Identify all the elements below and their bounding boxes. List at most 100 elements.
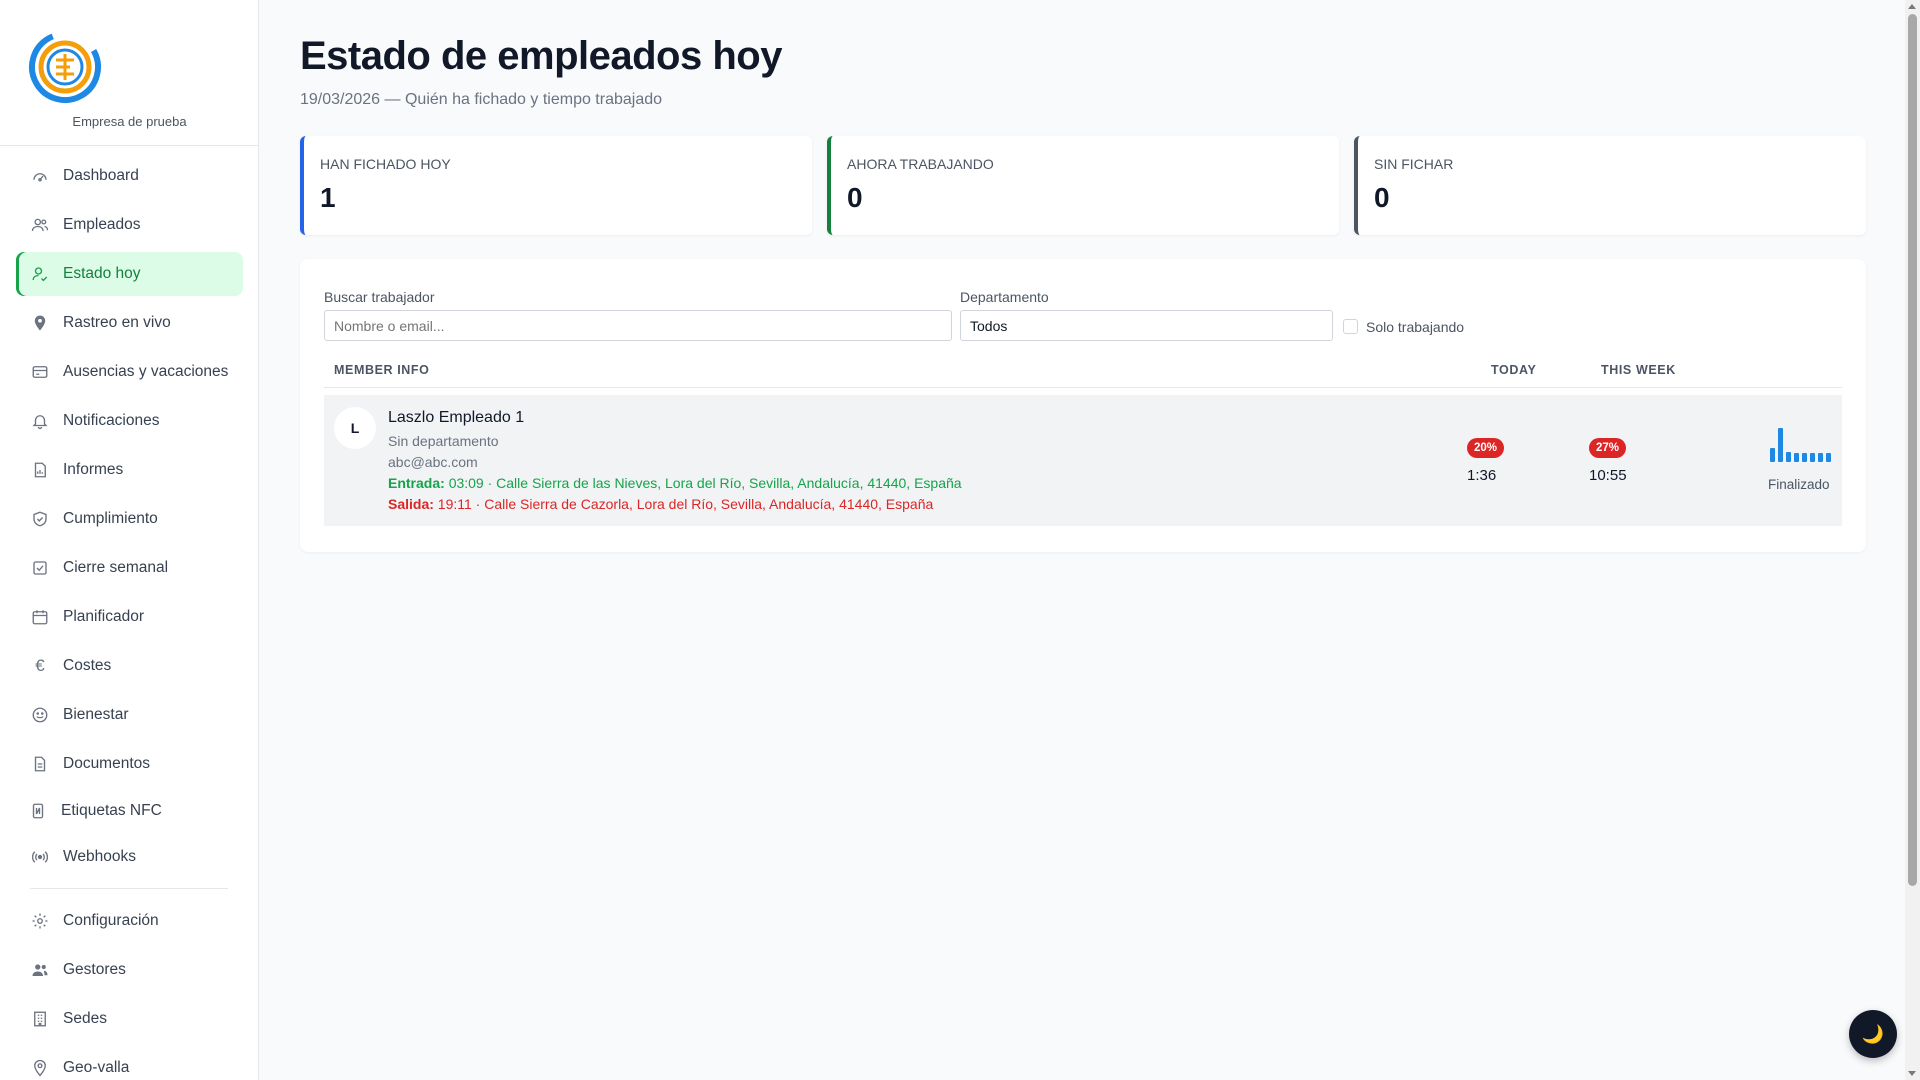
sidebar-item-label: Sedes [63, 1010, 107, 1027]
stat-value: 0 [847, 182, 863, 213]
entrada-text: 03:09 · Calle Sierra de las Nieves, Lora… [448, 475, 962, 491]
week-percent-badge: 27% [1589, 438, 1627, 458]
sidebar-item-label: Empleados [63, 216, 141, 233]
sidebar-item-documentos[interactable]: Documentos [16, 742, 243, 786]
column-header-today: TODAY [1491, 363, 1537, 377]
only-working-label: Solo trabajando [1366, 319, 1465, 335]
dark-mode-toggle[interactable]: 🌙 [1849, 1010, 1897, 1058]
sidebar-item-label: Ausencias y vacaciones [63, 363, 229, 380]
sidebar-item-informes[interactable]: Informes [16, 448, 243, 492]
salida-label: Salida: [388, 496, 434, 512]
employee-name[interactable]: Laszlo Empleado 1 [388, 409, 524, 427]
geofence-pin-icon [30, 1058, 50, 1078]
sidebar-item-label: Planificador [63, 608, 144, 625]
sidebar-item-label: Configuración [63, 912, 159, 929]
scrollbar-thumb[interactable] [1908, 14, 1917, 886]
table-row[interactable]: L Laszlo Empleado 1 Sin departamento abc… [324, 395, 1842, 526]
user-check-icon [30, 264, 50, 284]
search-label: Buscar trabajador [324, 289, 435, 305]
stat-card-sin-fichar: Sin fichar 0 [1354, 136, 1866, 235]
bell-icon [30, 411, 50, 431]
sidebar-item-label: Etiquetas NFC [61, 802, 162, 819]
salida-text: 19:11 · Calle Sierra de Cazorla, Lora de… [437, 496, 934, 512]
sidebar-item-costes[interactable]: € Costes [16, 644, 243, 688]
building-icon [30, 1009, 50, 1029]
week-day-bar [1826, 453, 1831, 462]
column-header-week: THIS WEEK [1601, 363, 1676, 377]
week-day-bar [1778, 428, 1783, 462]
sidebar-item-estado-hoy[interactable]: Estado hoy [16, 252, 243, 296]
sidebar-item-empleados[interactable]: Empleados [16, 203, 243, 247]
sidebar-item-cierre-semanal[interactable]: Cierre semanal [16, 546, 243, 590]
week-bars-chart [1770, 428, 1834, 462]
sidebar-item-notificaciones[interactable]: Notificaciones [16, 399, 243, 443]
sidebar-item-dashboard[interactable]: Dashboard [16, 154, 243, 198]
company-name: Empresa de prueba [72, 114, 187, 129]
sidebar-item-etiquetas-nfc[interactable]: Etiquetas NFC [16, 789, 243, 833]
scroll-up-icon[interactable] [1908, 4, 1916, 9]
sidebar-item-bienestar[interactable]: Bienestar [16, 693, 243, 737]
sidebar-item-label: Gestores [63, 961, 126, 978]
sidebar-item-label: Webhooks [63, 848, 136, 865]
stat-label: Sin fichar [1374, 156, 1454, 172]
search-input[interactable] [324, 310, 952, 341]
users-icon [30, 215, 50, 235]
sidebar-item-label: Cierre semanal [63, 559, 169, 576]
week-day-bar [1810, 453, 1815, 462]
week-day-bar [1786, 452, 1791, 462]
sidebar-item-geo-valla[interactable]: Geo-valla [16, 1046, 243, 1080]
moon-icon: 🌙 [1861, 1023, 1885, 1044]
page-subtitle: 19/03/2026 — Quién ha fichado y tiempo t… [300, 91, 663, 108]
stat-label: Han fichado hoy [320, 156, 451, 172]
week-day-bar [1770, 448, 1775, 462]
sidebar-item-rastreo[interactable]: Rastreo en vivo [16, 301, 243, 345]
sidebar-divider [30, 888, 228, 889]
sidebar-item-label: Documentos [63, 755, 151, 772]
sidebar-item-label: Bienestar [63, 706, 129, 723]
sidebar-item-planificador[interactable]: Planificador [16, 595, 243, 639]
page-scrollbar[interactable] [1905, 0, 1920, 1080]
sidebar-item-label: Costes [63, 657, 112, 674]
stat-value: 0 [1374, 182, 1390, 213]
department-select[interactable]: Todos [960, 310, 1333, 341]
smile-icon [30, 705, 50, 725]
stat-card-trabajando: Ahora trabajando 0 [827, 136, 1339, 235]
sidebar-item-label: Notificaciones [63, 412, 160, 429]
sidebar-item-label: Rastreo en vivo [63, 314, 171, 331]
week-day-bar [1818, 453, 1823, 462]
report-icon [30, 460, 50, 480]
sidebar-item-label: Geo-valla [63, 1059, 130, 1076]
sidebar-item-configuracion[interactable]: Configuración [16, 899, 243, 943]
sidebar-item-sedes[interactable]: Sedes [16, 997, 243, 1041]
sidebar-item-ausencias[interactable]: Ausencias y vacaciones [16, 350, 243, 394]
employees-panel: Buscar trabajador Departamento Todos Sol… [300, 259, 1866, 552]
stat-value: 1 [320, 182, 336, 213]
sidebar-item-gestores[interactable]: Gestores [16, 948, 243, 992]
week-time: 10:55 [1589, 467, 1627, 484]
week-day-bar [1794, 453, 1799, 462]
only-working-checkbox[interactable] [1343, 319, 1358, 334]
sidebar: Empresa de prueba Dashboard Empleados Es… [0, 0, 259, 1080]
scroll-down-icon[interactable] [1908, 1071, 1916, 1076]
sidebar-item-webhooks[interactable]: Webhooks [16, 835, 243, 879]
brand-area: Empresa de prueba [0, 0, 258, 146]
company-logo-icon[interactable] [28, 30, 102, 104]
work-status: Finalizado [1768, 477, 1830, 492]
broadcast-icon [30, 847, 50, 867]
employee-email: abc@abc.com [388, 454, 478, 470]
document-icon [30, 754, 50, 774]
avatar: L [334, 407, 376, 449]
salida-line: Salida: 19:11 · Calle Sierra de Cazorla,… [388, 496, 933, 512]
sidebar-item-label: Informes [63, 461, 124, 478]
check-square-icon [30, 558, 50, 578]
sidebar-item-label: Cumplimiento [63, 510, 158, 527]
gear-icon [30, 911, 50, 931]
week-day-bar [1802, 453, 1807, 462]
stat-label: Ahora trabajando [847, 156, 994, 172]
calendar-icon [30, 607, 50, 627]
table-header-divider [324, 387, 1842, 388]
sidebar-item-cumplimiento[interactable]: Cumplimiento [16, 497, 243, 541]
entrada-label: Entrada: [388, 475, 445, 491]
employee-department: Sin departamento [388, 433, 499, 449]
sidebar-item-label: Dashboard [63, 167, 139, 184]
